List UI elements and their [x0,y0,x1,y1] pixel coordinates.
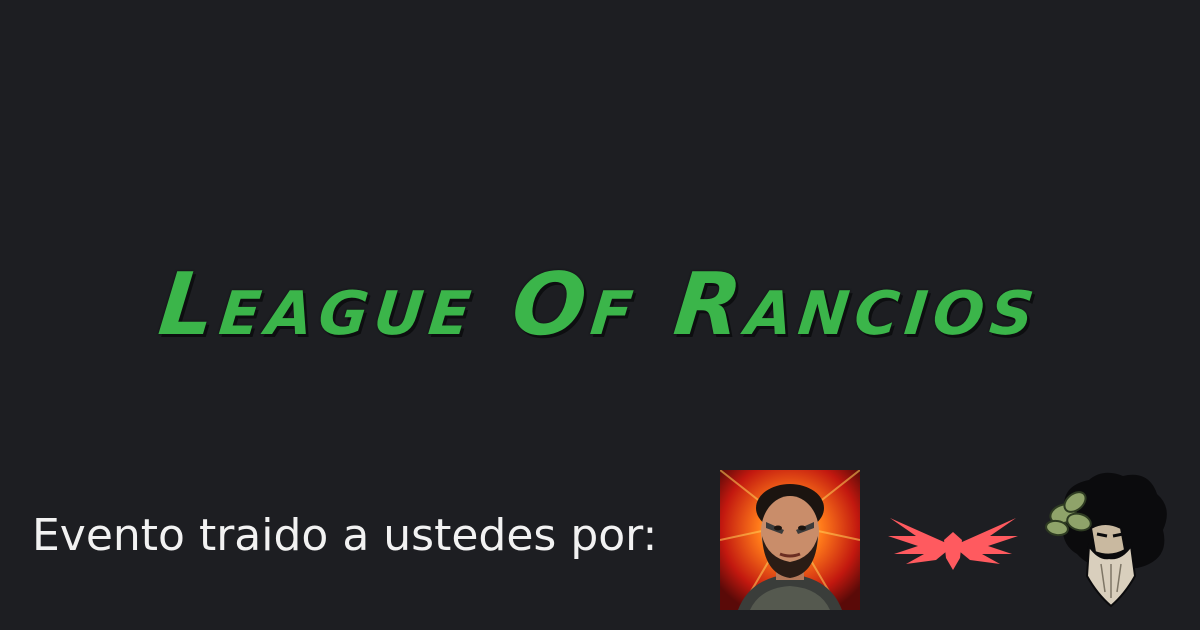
event-banner: League Of Rancios Evento traido a ustede… [0,0,1200,630]
event-title: League Of Rancios [154,255,1046,355]
credit-text: Evento traido a ustedes por: [32,510,658,561]
sponsors-footer: Evento traido a ustedes por: [0,468,1200,614]
bearded-bust-icon [1045,472,1167,608]
streamer-portrait-icon [720,470,860,610]
red-bird-wings-icon [888,518,1018,570]
